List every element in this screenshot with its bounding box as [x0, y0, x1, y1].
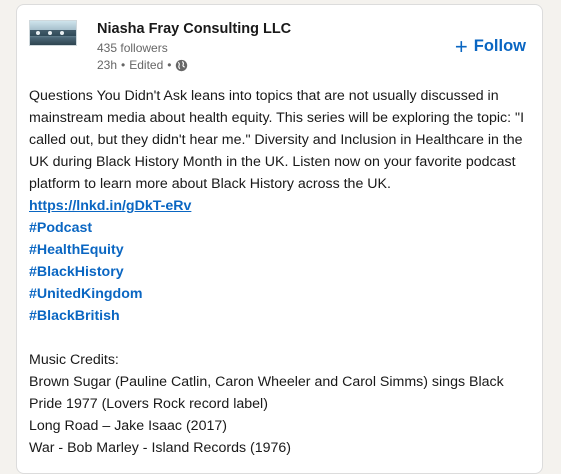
credit-item: Brown Sugar (Pauline Catlin, Caron Wheel… — [29, 374, 504, 412]
post-text-content: Questions You Didn't Ask leans into topi… — [29, 88, 525, 192]
credit-item: War - Bob Marley - Island Records (1976) — [29, 440, 292, 456]
hashtag-united-kingdom[interactable]: #UnitedKingdom — [29, 283, 529, 305]
credits-heading: Music Credits: — [29, 352, 119, 368]
follow-label: Follow — [473, 37, 526, 55]
hashtag-podcast[interactable]: #Podcast — [29, 217, 529, 239]
post-meta: 23h • Edited • — [97, 58, 188, 72]
plus-icon: + — [454, 33, 468, 59]
meta-separator: • — [167, 58, 172, 72]
post-body: Questions You Didn't Ask leans into topi… — [29, 85, 529, 459]
edited-label: Edited — [129, 58, 164, 72]
follow-button[interactable]: + Follow — [454, 33, 526, 59]
post-time: 23h — [97, 58, 118, 72]
hashtag-black-history[interactable]: #BlackHistory — [29, 261, 529, 283]
company-name[interactable]: Niasha Fray Consulting LLC — [97, 21, 291, 37]
credit-item: Long Road – Jake Isaac (2017) — [29, 418, 227, 434]
post-text: Questions You Didn't Ask leans into topi… — [29, 85, 529, 217]
meta-separator: • — [121, 58, 126, 72]
hashtag-black-british[interactable]: #BlackBritish — [29, 305, 529, 327]
post-link[interactable]: https://lnkd.in/gDkT-eRv — [29, 198, 191, 214]
company-logo[interactable] — [29, 20, 77, 46]
hashtag-health-equity[interactable]: #HealthEquity — [29, 239, 529, 261]
follower-count: 435 followers — [97, 41, 168, 55]
post-card: Niasha Fray Consulting LLC 435 followers… — [16, 4, 543, 474]
globe-icon — [176, 59, 188, 71]
